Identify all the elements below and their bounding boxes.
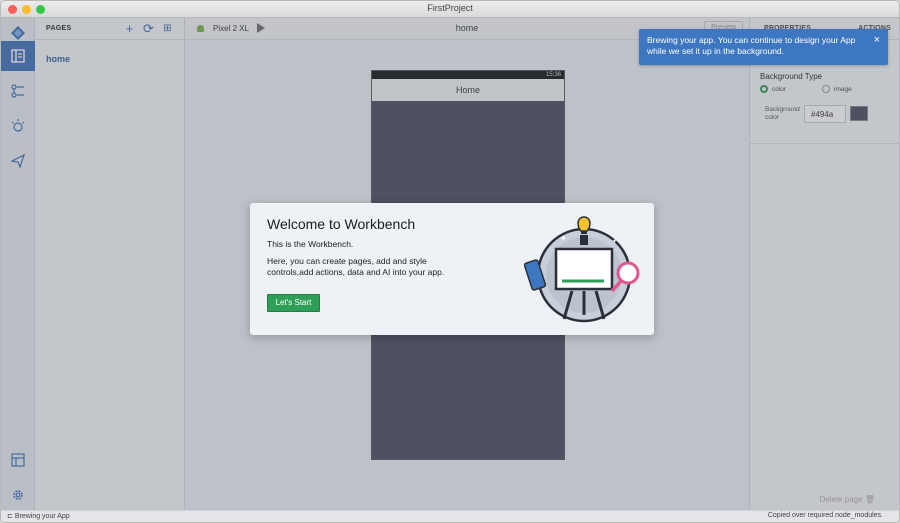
status-left-text: Brewing your App [14,513,70,520]
dialog-description: Here, you can create pages, add and styl… [267,256,445,277]
svg-text:✦: ✦ [560,234,567,243]
status-left: ⊏ Brewing your App [7,513,70,520]
app-window: FirstProject PAGES + ⟳ ⊞ home Pixel 2 XL… [0,0,900,523]
status-right: Copied over required node_modules. [767,512,883,519]
window-title: FirstProject [427,3,473,13]
close-icon[interactable]: × [874,35,880,46]
dialog-title: Welcome to Workbench [267,216,416,232]
toast-message: Brewing your app. You can continue to de… [647,35,856,56]
title-bar: FirstProject [1,1,899,18]
notification-toast: Brewing your app. You can continue to de… [639,29,888,65]
svg-text:✦: ✦ [612,238,617,245]
workbench-illustration-icon: ✦ ✦ [524,216,640,323]
lets-start-button[interactable]: Let's Start [267,294,320,312]
welcome-dialog: Welcome to Workbench This is the Workben… [250,203,654,335]
dialog-intro: This is the Workbench. [267,239,354,249]
status-bar: ⊏ Brewing your App Copied over required … [1,510,899,522]
